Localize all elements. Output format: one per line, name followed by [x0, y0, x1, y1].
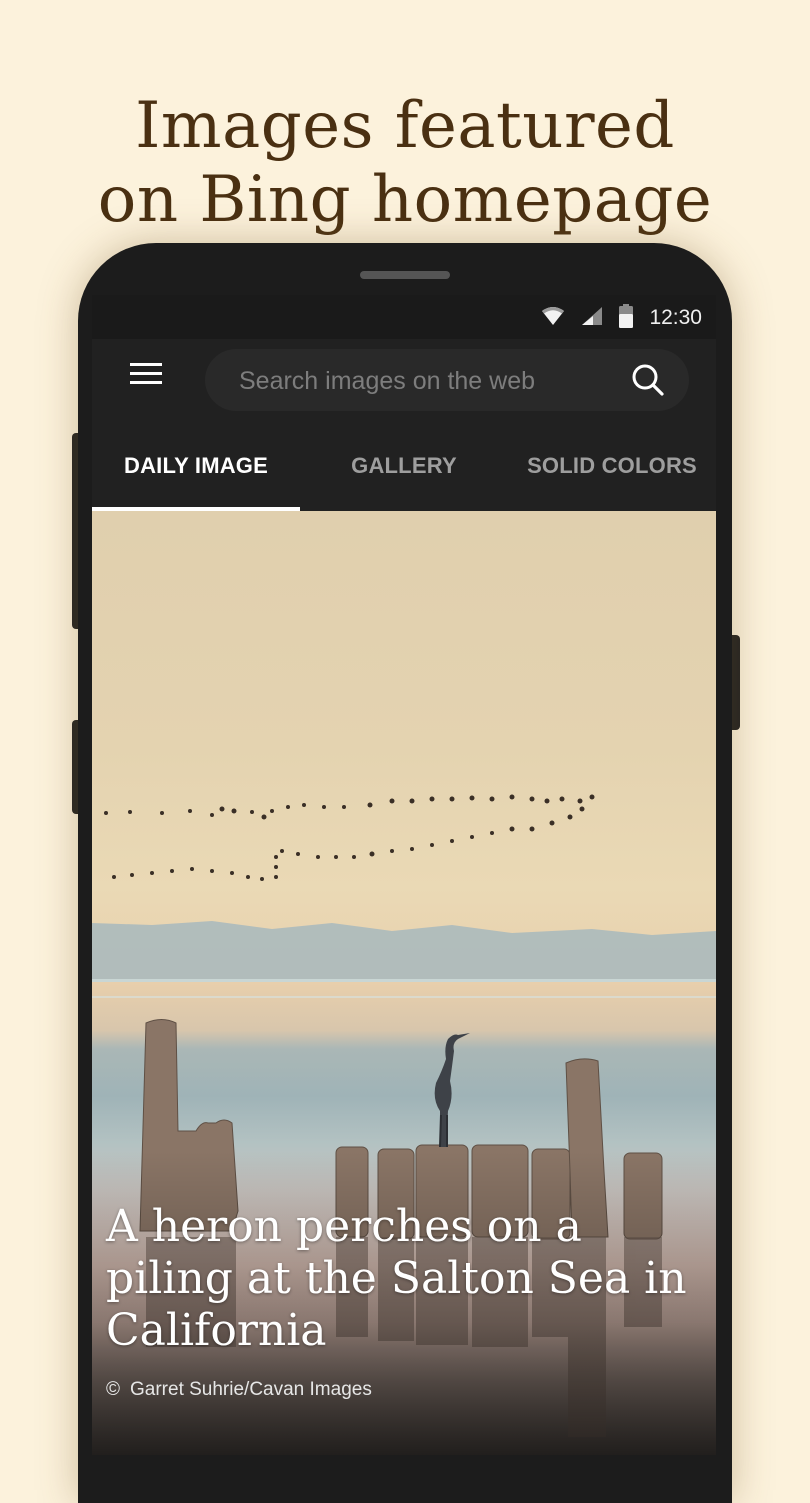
search-bar: [205, 349, 689, 413]
app-screen: 12:30 DAILY IMAGE GALLERY SOLID COLORS: [92, 295, 716, 1455]
status-bar: 12:30: [92, 295, 716, 339]
phone-frame: 12:30 DAILY IMAGE GALLERY SOLID COLORS: [78, 243, 732, 1503]
cell-signal-icon: [581, 306, 603, 331]
phone-power-button: [732, 635, 740, 730]
tab-solid-colors[interactable]: SOLID COLORS: [508, 419, 716, 513]
tab-bar: DAILY IMAGE GALLERY SOLID COLORS: [92, 419, 716, 513]
image-credit: © Garret Suhrie/Cavan Images: [106, 1379, 372, 1401]
tab-gallery[interactable]: GALLERY: [300, 419, 508, 513]
wifi-icon: [541, 306, 565, 331]
promo-title-line1: Images featured: [135, 88, 675, 163]
app-bar: [92, 339, 716, 419]
hamburger-menu-icon[interactable]: [130, 363, 164, 393]
credit-text: Garret Suhrie/Cavan Images: [130, 1379, 372, 1400]
phone-speaker: [360, 271, 450, 279]
promo-title: Images featured on Bing homepage: [0, 89, 810, 237]
birds-flock: [104, 794, 595, 881]
heron: [434, 1033, 470, 1148]
copyright-icon: ©: [106, 1379, 120, 1400]
promo-title-line2: on Bing homepage: [97, 162, 713, 237]
status-time: 12:30: [649, 306, 702, 329]
daily-image[interactable]: A heron perches on a piling at the Salto…: [92, 511, 716, 1455]
search-input[interactable]: [237, 349, 601, 413]
tab-daily-image[interactable]: DAILY IMAGE: [92, 419, 300, 513]
image-caption: A heron perches on a piling at the Salto…: [106, 1201, 687, 1356]
battery-icon: [619, 303, 634, 333]
search-icon[interactable]: [631, 363, 665, 397]
